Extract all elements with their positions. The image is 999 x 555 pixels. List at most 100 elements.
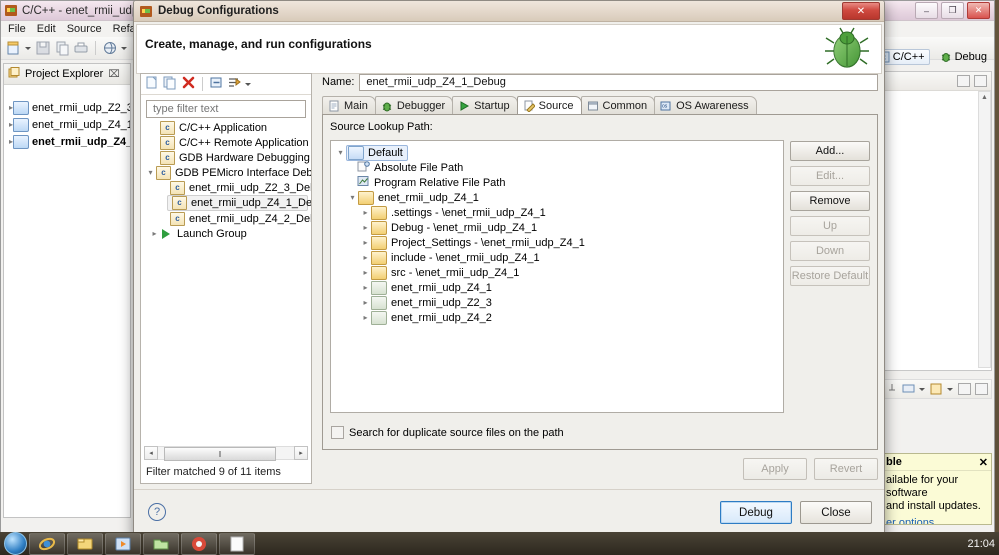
apply-button[interactable]: Apply bbox=[743, 458, 807, 480]
menu-item-edit[interactable]: Edit bbox=[37, 23, 56, 35]
notification-link[interactable]: er options bbox=[886, 517, 934, 524]
tab-startup[interactable]: Startup bbox=[452, 96, 518, 114]
chevron-right-icon[interactable]: ▸ bbox=[360, 208, 371, 217]
source-tree-item-default[interactable]: ▾ Default bbox=[335, 144, 783, 161]
close-icon[interactable]: ⌧ bbox=[108, 69, 120, 80]
source-tree-item-program-relative-file-path[interactable]: Program Relative File Path bbox=[335, 175, 783, 190]
tree-item-c-cpp-remote-application[interactable]: c C/C++ Remote Application bbox=[141, 135, 311, 150]
ide-window-controls[interactable]: – ❐ ✕ bbox=[915, 2, 990, 19]
collapse-all-icon[interactable] bbox=[209, 75, 224, 93]
search-duplicates-checkbox[interactable] bbox=[331, 426, 344, 439]
minimize-view-icon[interactable] bbox=[957, 75, 970, 87]
menu-item-file[interactable]: File bbox=[8, 23, 26, 35]
start-orb-button[interactable] bbox=[4, 532, 27, 555]
edit-button[interactable]: Edit... bbox=[790, 166, 870, 186]
tree-item-c-cpp-application[interactable]: c C/C++ Application bbox=[141, 120, 311, 135]
debug-button[interactable]: Debug bbox=[720, 501, 792, 524]
taskbar-clock[interactable]: 21:04 bbox=[967, 538, 995, 550]
taskbar-chrome[interactable] bbox=[181, 532, 217, 555]
taskbar-file-explorer[interactable] bbox=[143, 532, 179, 555]
new-file-icon[interactable] bbox=[6, 40, 22, 56]
scroll-right-arrow-icon[interactable]: ▸ bbox=[294, 446, 308, 460]
chevron-right-icon[interactable]: ▸ bbox=[360, 268, 371, 277]
close-icon[interactable]: ✕ bbox=[979, 456, 988, 469]
menu-item-source[interactable]: Source bbox=[67, 23, 102, 35]
taskbar-media-player[interactable] bbox=[105, 532, 141, 555]
ide-minimize-button[interactable]: – bbox=[915, 2, 938, 19]
delete-icon[interactable] bbox=[181, 75, 196, 93]
configuration-tabs[interactable]: Main Debugger Startup Source Common os O… bbox=[322, 96, 878, 114]
taskbar-explorer[interactable] bbox=[67, 532, 103, 555]
globe-icon[interactable] bbox=[102, 40, 118, 56]
help-icon[interactable]: ? bbox=[148, 503, 166, 521]
chevron-right-icon[interactable]: ▸ bbox=[360, 313, 371, 322]
update-notification-popup[interactable]: ble ✕ ailable for your software and inst… bbox=[882, 453, 992, 525]
ide-close-button[interactable]: ✕ bbox=[967, 2, 990, 19]
source-tree-item-proj-z4-1[interactable]: ▸ enet_rmii_udp_Z4_1 bbox=[335, 280, 783, 295]
source-tree-item-proj-z2-3[interactable]: ▸ enet_rmii_udp_Z2_3 bbox=[335, 295, 783, 310]
ide-maximize-button[interactable]: ❐ bbox=[941, 2, 964, 19]
filter-text-input-wrap[interactable] bbox=[146, 100, 306, 118]
configurations-tree[interactable]: c C/C++ Application c C/C++ Remote Appli… bbox=[141, 120, 311, 441]
new-config-icon[interactable] bbox=[145, 75, 160, 93]
revert-button[interactable]: Revert bbox=[814, 458, 878, 480]
duplicate-icon[interactable] bbox=[163, 75, 178, 93]
filter-text-input[interactable] bbox=[151, 102, 301, 116]
minimize-console-icon[interactable] bbox=[958, 383, 971, 395]
tree-item-enet-z2-3-debug[interactable]: c enet_rmii_udp_Z2_3_Debug bbox=[141, 180, 311, 195]
chevron-right-icon[interactable]: ▸ bbox=[360, 223, 371, 232]
list-item[interactable]: ▸ enet_rmii_udp_Z4_2: bbox=[4, 133, 130, 150]
chevron-right-icon[interactable]: ▸ bbox=[360, 253, 371, 262]
print-icon[interactable] bbox=[73, 40, 89, 56]
tree-item-enet-z4-2-debug[interactable]: c enet_rmii_udp_Z4_2_Debug bbox=[141, 211, 311, 226]
windows-taskbar[interactable]: 21:04 bbox=[0, 532, 999, 555]
dialog-close-button[interactable]: ✕ bbox=[842, 2, 880, 20]
source-tree-item-absolute-file-path[interactable]: Absolute File Path bbox=[335, 160, 783, 175]
source-tree-item-proj-z4-2[interactable]: ▸ enet_rmii_udp_Z4_2 bbox=[335, 310, 783, 325]
new-file-dropdown-caret-icon[interactable] bbox=[25, 40, 32, 56]
source-tree-item-settings[interactable]: ▸ .settings - \enet_rmii_udp_Z4_1 bbox=[335, 205, 783, 220]
up-button[interactable]: Up bbox=[790, 216, 870, 236]
project-explorer-view[interactable]: Project Explorer ⌧ ▸ enet_rmii_udp_Z2_3:… bbox=[3, 63, 131, 518]
chevron-right-icon[interactable]: ▸ bbox=[360, 283, 371, 292]
remove-button[interactable]: Remove bbox=[790, 191, 870, 211]
source-tree-item-project-settings[interactable]: ▸ Project_Settings - \enet_rmii_udp_Z4_1 bbox=[335, 235, 783, 250]
taskbar-document[interactable] bbox=[219, 532, 255, 555]
search-duplicates-checkbox-row[interactable]: Search for duplicate source files on the… bbox=[331, 426, 564, 439]
list-item[interactable]: ▸ enet_rmii_udp_Z2_3: D bbox=[4, 99, 130, 116]
add-button[interactable]: Add... bbox=[790, 141, 870, 161]
scrollbar-track[interactable]: ‖ bbox=[158, 446, 294, 461]
restore-default-button[interactable]: Restore Default bbox=[790, 266, 870, 286]
project-explorer-tree[interactable]: ▸ enet_rmii_udp_Z2_3: D ▸ enet_rmii_udp_… bbox=[4, 85, 130, 150]
tree-item-gdb-hardware-debugging[interactable]: c GDB Hardware Debugging bbox=[141, 150, 311, 165]
launch-configurations-panel[interactable]: c C/C++ Application c C/C++ Remote Appli… bbox=[140, 73, 312, 484]
tree-item-launch-group[interactable]: ▸ Launch Group bbox=[141, 226, 311, 241]
source-tree-item-project-root[interactable]: ▾ enet_rmii_udp_Z4_1 bbox=[335, 190, 783, 205]
perspective-switcher[interactable]: C C/C++ Debug bbox=[872, 49, 991, 65]
horizontal-scrollbar[interactable]: ◂ ‖ ▸ bbox=[144, 446, 308, 461]
globe-dropdown-caret-icon[interactable] bbox=[121, 40, 128, 56]
chevron-right-icon[interactable]: ▸ bbox=[360, 298, 371, 307]
configurations-toolbar[interactable] bbox=[141, 74, 311, 95]
outline-view-panel[interactable] bbox=[882, 71, 992, 371]
tab-main[interactable]: Main bbox=[322, 96, 376, 114]
tab-common[interactable]: Common bbox=[580, 96, 656, 114]
copy-icon[interactable] bbox=[54, 40, 70, 56]
filter-icon[interactable] bbox=[227, 75, 242, 93]
console-view-toolbar[interactable] bbox=[882, 379, 992, 399]
chevron-down-icon[interactable]: ▾ bbox=[347, 193, 358, 202]
vertical-scrollbar[interactable]: ▲ bbox=[978, 91, 991, 368]
chevron-down-icon[interactable]: ▾ bbox=[335, 148, 346, 157]
maximize-view-icon[interactable] bbox=[974, 75, 987, 87]
source-lookup-tree[interactable]: ▾ Default Absolute File Path Program Rel… bbox=[330, 140, 784, 413]
scroll-up-arrow-icon[interactable]: ▲ bbox=[979, 92, 990, 103]
chevron-right-icon[interactable]: ▸ bbox=[149, 229, 160, 238]
tab-debugger[interactable]: Debugger bbox=[374, 96, 454, 114]
tab-os-awareness[interactable]: os OS Awareness bbox=[654, 96, 757, 114]
perspective-debug[interactable]: Debug bbox=[936, 50, 991, 64]
source-tree-item-debug[interactable]: ▸ Debug - \enet_rmii_udp_Z4_1 bbox=[335, 220, 783, 235]
chevron-right-icon[interactable]: ▸ bbox=[360, 238, 371, 247]
source-tree-item-src[interactable]: ▸ src - \enet_rmii_udp_Z4_1 bbox=[335, 265, 783, 280]
tree-item-gdb-pemicro-interface-debugging[interactable]: ▾ c GDB PEMicro Interface Debug… bbox=[141, 165, 311, 180]
down-button[interactable]: Down bbox=[790, 241, 870, 261]
